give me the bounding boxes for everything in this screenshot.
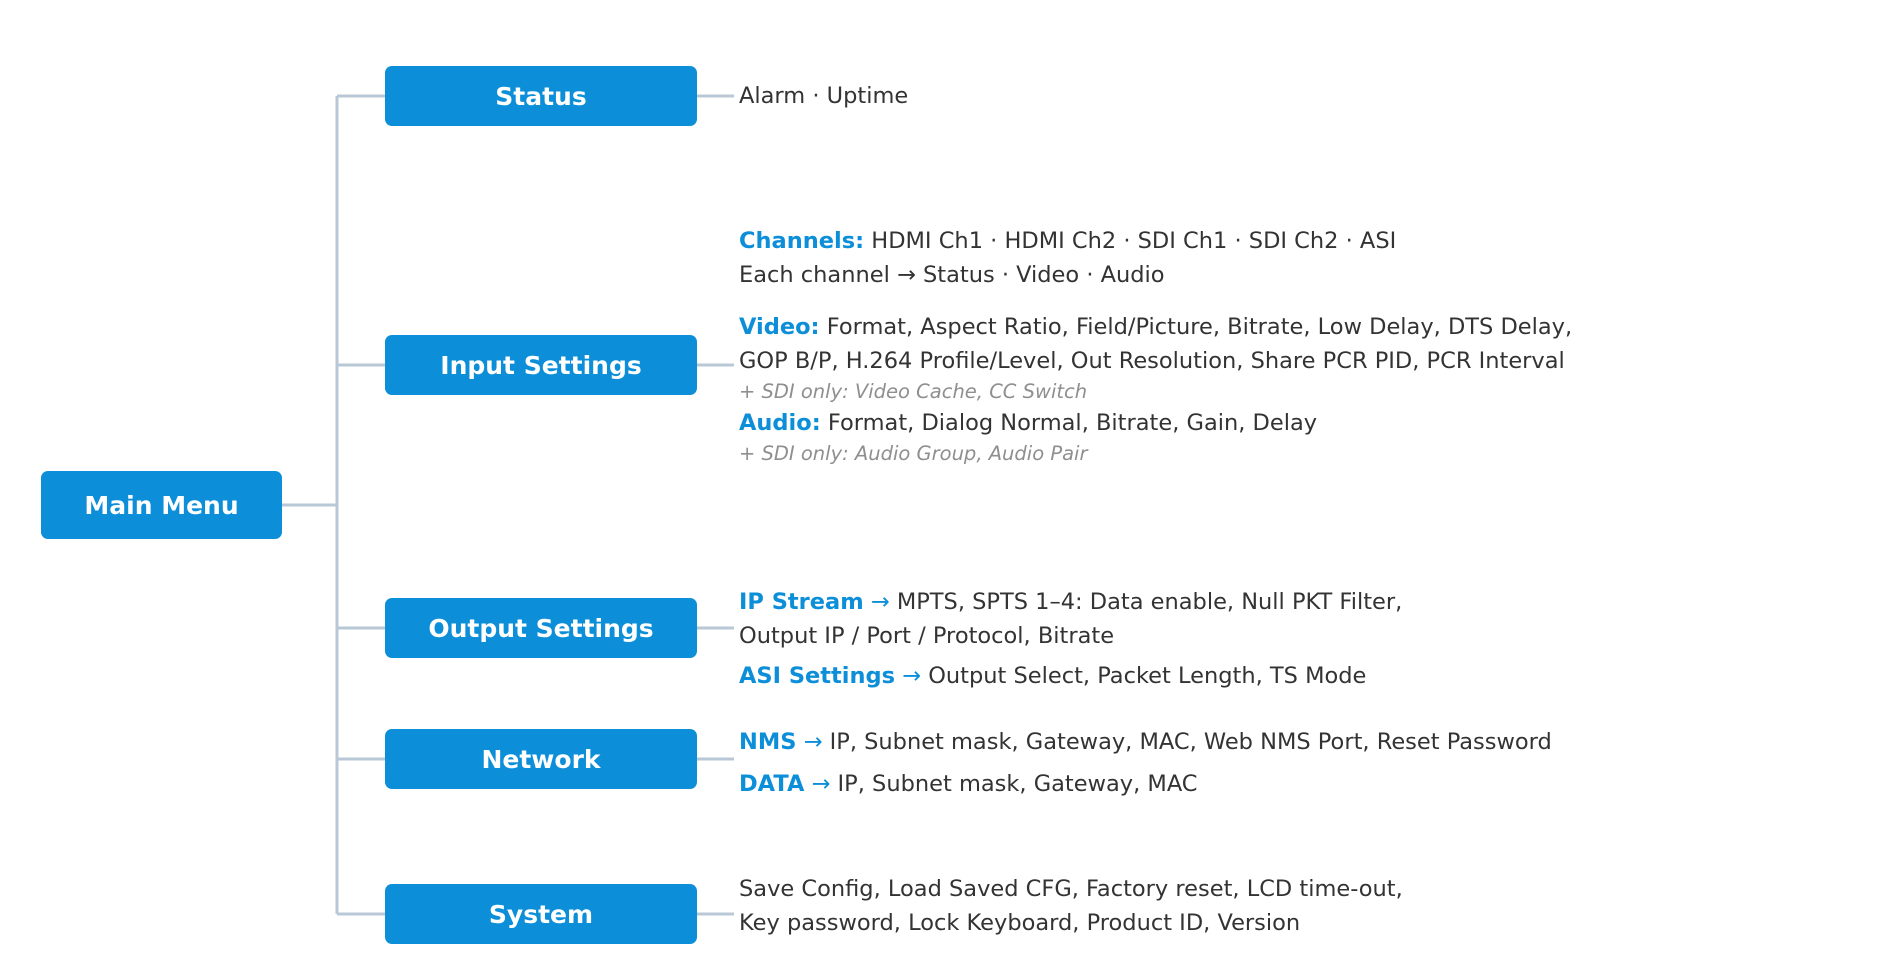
input-settings-label: Input Settings <box>440 350 642 380</box>
network-description: NMS → IP, Subnet mask, Gateway, MAC, Web… <box>739 725 1552 801</box>
network-node[interactable]: Network <box>385 729 697 789</box>
channels-keyword: Channels: <box>739 228 865 254</box>
audio-text: Format, Dialog Normal, Bitrate, Gain, De… <box>820 410 1318 436</box>
ip-stream-keyword: IP Stream <box>739 589 864 615</box>
asi-settings-line: ASI Settings → Output Select, Packet Len… <box>739 659 1402 693</box>
network-label: Network <box>481 744 601 774</box>
asi-settings-text: Output Select, Packet Length, TS Mode <box>928 663 1367 689</box>
input-settings-node[interactable]: Input Settings <box>385 335 697 395</box>
system-node[interactable]: System <box>385 884 697 944</box>
status-label: Status <box>495 81 587 111</box>
data-text: IP, Subnet mask, Gateway, MAC <box>837 771 1198 797</box>
system-description: Save Config, Load Saved CFG, Factory res… <box>739 872 1403 940</box>
connector-lines <box>282 94 734 916</box>
data-arrow-icon: → <box>804 771 838 797</box>
system-label: System <box>488 899 594 929</box>
each-channel-line: Each channel → Status · Video · Audio <box>739 262 1165 288</box>
status-description: Alarm · Uptime <box>739 79 908 113</box>
video-keyword: Video: <box>739 314 820 340</box>
asi-arrow-icon: → <box>895 663 929 689</box>
video-sdi-note: + SDI only: Video Cache, CC Switch <box>739 380 1088 403</box>
ip-stream-line-2: Output IP / Port / Protocol, Bitrate <box>739 623 1115 649</box>
nms-keyword: NMS <box>739 729 797 755</box>
audio-line: Audio: Format, Dialog Normal, Bitrate, G… <box>739 406 1572 440</box>
status-node[interactable]: Status <box>385 66 697 126</box>
nms-arrow-icon: → <box>796 729 830 755</box>
nms-line: NMS → IP, Subnet mask, Gateway, MAC, Web… <box>739 725 1552 759</box>
asi-settings-keyword: ASI Settings <box>739 663 896 689</box>
data-keyword: DATA <box>739 771 805 797</box>
ip-stream-line: IP Stream → MPTS, SPTS 1–4: Data enable,… <box>739 585 1402 619</box>
ip-stream-arrow-icon: → <box>863 589 897 615</box>
video-line-2: GOP B/P, H.264 Profile/Level, Out Resolu… <box>739 348 1565 374</box>
audio-keyword: Audio: <box>739 410 821 436</box>
nms-text: IP, Subnet mask, Gateway, MAC, Web NMS P… <box>829 729 1552 755</box>
status-items: Alarm · Uptime <box>739 83 909 109</box>
system-line-1: Save Config, Load Saved CFG, Factory res… <box>739 876 1403 902</box>
ip-stream-text: MPTS, SPTS 1–4: Data enable, Null PKT Fi… <box>896 589 1403 615</box>
video-text: Format, Aspect Ratio, Field/Picture, Bit… <box>819 314 1573 340</box>
output-settings-node[interactable]: Output Settings <box>385 598 697 658</box>
system-line-2: Key password, Lock Keyboard, Product ID,… <box>739 910 1301 936</box>
main-menu-node[interactable]: Main Menu <box>41 471 282 539</box>
channels-text: HDMI Ch1 · HDMI Ch2 · SDI Ch1 · SDI Ch2 … <box>864 228 1397 254</box>
channels-line: Channels: HDMI Ch1 · HDMI Ch2 · SDI Ch1 … <box>739 224 1572 258</box>
main-menu-label: Main Menu <box>84 490 239 520</box>
output-settings-label: Output Settings <box>428 613 654 643</box>
audio-sdi-note: + SDI only: Audio Group, Audio Pair <box>739 442 1088 465</box>
video-line: Video: Format, Aspect Ratio, Field/Pictu… <box>739 310 1572 344</box>
input-settings-description: Channels: HDMI Ch1 · HDMI Ch2 · SDI Ch1 … <box>739 224 1572 468</box>
output-settings-description: IP Stream → MPTS, SPTS 1–4: Data enable,… <box>739 585 1402 693</box>
data-line: DATA → IP, Subnet mask, Gateway, MAC <box>739 767 1552 801</box>
